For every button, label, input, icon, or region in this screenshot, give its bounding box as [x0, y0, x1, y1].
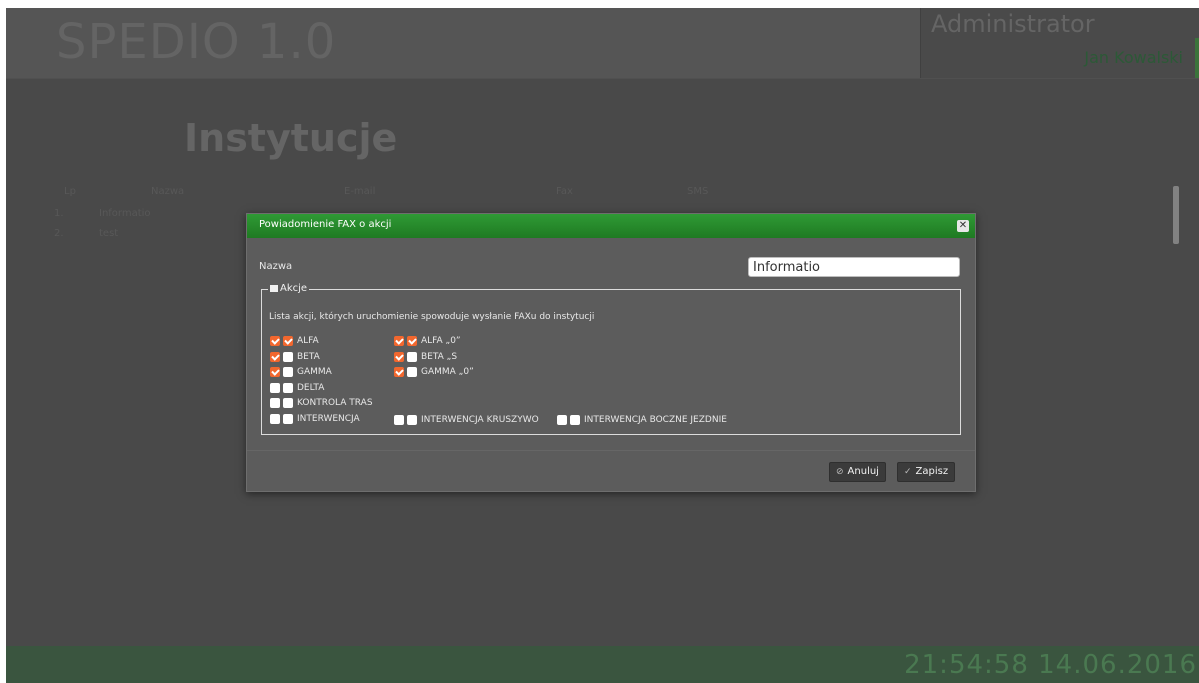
action-checkbox-1[interactable]: [394, 351, 404, 362]
action-checkbox-1[interactable]: [270, 367, 280, 377]
action-label: INTERWENCJA: [297, 413, 360, 424]
action-label: ALFA „0”: [421, 336, 461, 346]
action-checkbox-1[interactable]: [394, 336, 404, 346]
action-checkbox-1[interactable]: [270, 413, 280, 424]
action-row: INTERWENCJA KRUSZYWO: [394, 414, 539, 429]
action-row: INTERWENCJA: [270, 413, 360, 428]
action-row: BETA: [270, 351, 320, 366]
actions-legend: Akcje: [268, 283, 310, 294]
save-label: Zapisz: [915, 466, 949, 477]
check-icon: ✓: [904, 467, 912, 477]
flag-icon: [270, 284, 278, 292]
cancel-icon: ⊘: [836, 467, 844, 477]
action-label: KONTROLA TRAS: [297, 398, 373, 408]
action-checkbox-2[interactable]: [283, 351, 293, 362]
dialog-title: Powiadomienie FAX o akcji: [259, 219, 392, 230]
action-checkbox-1[interactable]: [557, 414, 567, 425]
action-checkbox-2[interactable]: [407, 414, 417, 425]
action-checkbox-1[interactable]: [394, 367, 404, 377]
action-row: ALFA: [270, 336, 319, 350]
dialog-titlebar[interactable]: Powiadomienie FAX o akcji ✕: [247, 214, 975, 238]
action-label: BETA „S: [421, 351, 458, 362]
action-checkbox-2[interactable]: [283, 336, 293, 346]
action-checkbox-1[interactable]: [270, 398, 280, 408]
action-checkbox-1[interactable]: [394, 414, 404, 425]
actions-fieldset: Akcje Lista akcji, których uruchomienie …: [261, 283, 961, 435]
action-checkbox-2[interactable]: [283, 367, 293, 377]
actions-legend-text: Akcje: [280, 283, 308, 294]
action-label: INTERWENCJA BOCZNE JEZDNIE: [584, 414, 727, 425]
action-checkbox-1[interactable]: [270, 382, 280, 393]
action-checkbox-2[interactable]: [283, 398, 293, 408]
action-checkbox-2[interactable]: [283, 382, 293, 393]
cancel-button[interactable]: ⊘ Anuluj: [829, 462, 886, 482]
action-label: ALFA: [297, 336, 319, 346]
action-label: BETA: [297, 351, 320, 362]
action-checkbox-1[interactable]: [270, 336, 280, 346]
action-checkbox-2[interactable]: [407, 351, 417, 362]
action-checkbox-2[interactable]: [570, 414, 580, 425]
fax-notification-dialog: Powiadomienie FAX o akcji ✕ Nazwa Inform…: [246, 213, 976, 492]
action-row: ALFA „0”: [394, 336, 461, 350]
name-label: Nazwa: [259, 261, 293, 272]
action-checkbox-2[interactable]: [407, 367, 417, 377]
action-label: GAMMA „0”: [421, 367, 474, 377]
action-checkbox-1[interactable]: [270, 351, 280, 362]
action-label: INTERWENCJA KRUSZYWO: [421, 414, 539, 425]
name-input[interactable]: Informatio: [748, 257, 960, 277]
app-window: SPEDIO 1.0 Administrator Jan Kowalski In…: [6, 8, 1199, 683]
action-row: INTERWENCJA BOCZNE JEZDNIE: [557, 414, 727, 429]
action-row: GAMMA: [270, 367, 332, 381]
action-row: DELTA: [270, 382, 325, 397]
action-label: DELTA: [297, 382, 325, 393]
action-row: KONTROLA TRAS: [270, 398, 373, 412]
action-row: GAMMA „0”: [394, 367, 474, 381]
action-row: BETA „S: [394, 351, 458, 366]
cancel-label: Anuluj: [847, 466, 879, 477]
actions-description: Lista akcji, których uruchomienie spowod…: [269, 312, 595, 322]
action-label: GAMMA: [297, 367, 332, 377]
dialog-divider: [247, 450, 975, 451]
save-button[interactable]: ✓ Zapisz: [897, 462, 956, 482]
close-icon[interactable]: ✕: [957, 220, 969, 232]
action-checkbox-2[interactable]: [283, 413, 293, 424]
action-checkbox-2[interactable]: [407, 336, 417, 346]
